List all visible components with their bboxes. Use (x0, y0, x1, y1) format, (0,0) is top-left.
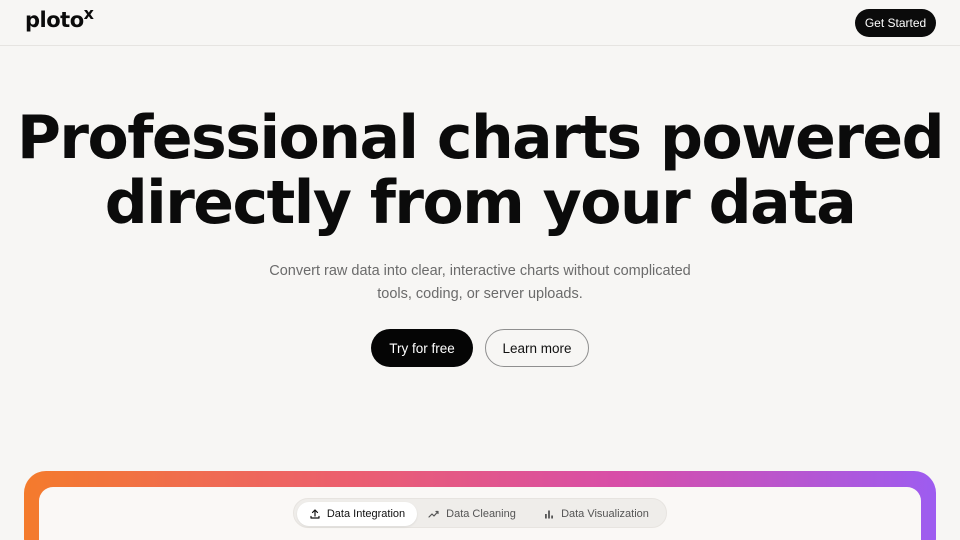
hero-subtitle-line-1: Convert raw data into clear, interactive… (269, 263, 691, 279)
tab-data-visualization[interactable]: Data Visualization (534, 502, 658, 526)
tab-label: Data Integration (326, 508, 406, 520)
hero-title: Professional charts powered directly fro… (0, 106, 960, 236)
logo-superscript: x (83, 4, 94, 23)
hero-title-line-1: Professional charts powered (16, 103, 945, 173)
top-nav: plotox Get Started (0, 0, 960, 46)
get-started-button[interactable]: Get Started (855, 9, 936, 37)
hero-title-line-2: directly from your data (104, 168, 857, 238)
feature-tabs: Data Integration Data Cleaning Data Visu… (293, 498, 667, 528)
trend-icon (428, 510, 439, 518)
bar-chart-icon (545, 510, 554, 519)
upload-icon (310, 509, 320, 519)
hero-subtitle: Convert raw data into clear, interactive… (0, 260, 960, 306)
plotox-logo[interactable]: plotox (25, 4, 94, 32)
tab-data-integration[interactable]: Data Integration (297, 502, 417, 526)
learn-more-button[interactable]: Learn more (485, 329, 589, 367)
hero-subtitle-line-2: tools, coding, or server uploads. (377, 286, 583, 302)
tab-label: Data Visualization (561, 508, 649, 520)
tab-label: Data Cleaning (446, 508, 516, 520)
logo-text: ploto (25, 8, 84, 32)
try-for-free-button[interactable]: Try for free (371, 329, 473, 367)
tab-data-cleaning[interactable]: Data Cleaning (422, 502, 522, 526)
